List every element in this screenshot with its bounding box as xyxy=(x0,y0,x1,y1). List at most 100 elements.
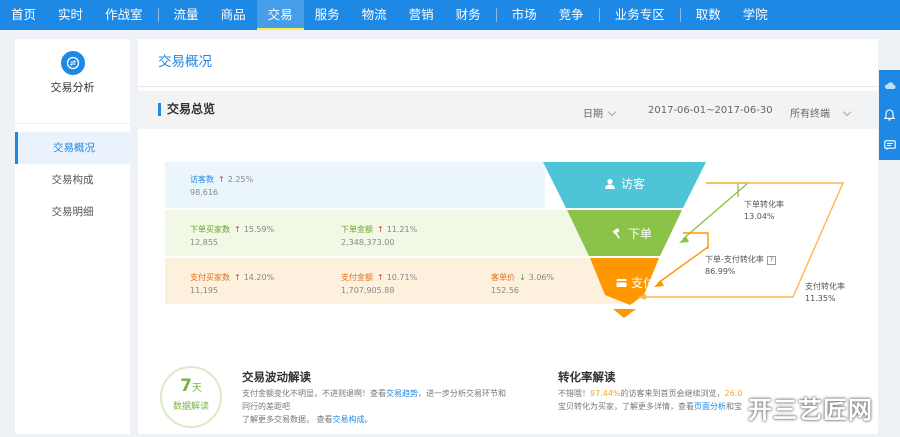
section-title: 交易总览 xyxy=(158,103,215,116)
top-navigation: 首页 实时 作战室 流量 商品 交易 服务 物流 营销 财务 市场 竞争 业务专… xyxy=(0,0,900,30)
page-title: 交易概况 xyxy=(138,39,878,87)
card-icon xyxy=(616,278,627,287)
stage-visit-text: 访客 xyxy=(621,177,646,191)
text-segment: 宝贝转化为买家，了解更多详情，查看 xyxy=(558,402,694,411)
transaction-analysis-icon xyxy=(60,51,85,75)
text-segment: 了解更多交易数据， 查看 xyxy=(242,415,333,424)
nav-war-room[interactable]: 作战室 xyxy=(94,0,154,30)
main-panel: 交易概况 交易总览 日期 2017-06-01~2017-06-30 所有终端 … xyxy=(138,39,878,434)
nav-marketing[interactable]: 营销 xyxy=(398,0,445,30)
bell-icon[interactable] xyxy=(879,100,900,130)
metric-label: 支付买家数 xyxy=(190,273,230,282)
metric-value: 152.56 xyxy=(491,286,519,295)
chevron-down-icon xyxy=(842,107,852,117)
nav-divider xyxy=(598,8,600,22)
unit-price-metric: 客单价 ↓ 3.06% 152.56 xyxy=(491,272,554,295)
sidebar-item-details[interactable]: 交易明细 xyxy=(15,196,130,228)
date-type-label: 日期 xyxy=(583,109,603,120)
fluctuation-title: 交易波动解读 xyxy=(242,370,311,384)
fluctuation-text: 支付金额变化不明显，不进则退啊！查看交易趋势，进一步分析交易环节和 同行的差距吧… xyxy=(242,387,532,426)
sidebar-title: 交易分析 xyxy=(50,81,95,94)
trend-link[interactable]: 交易趋势 xyxy=(386,389,418,398)
funnel-tip xyxy=(613,309,636,318)
arrow-up-icon: ↑ xyxy=(218,175,225,184)
nav-academy[interactable]: 学院 xyxy=(732,0,779,30)
badge-unit: 天 xyxy=(191,383,202,394)
stage-label-order: 下单 xyxy=(611,225,652,242)
text-segment: 和宝 xyxy=(726,402,742,411)
date-range[interactable]: 2017-06-01~2017-06-30 xyxy=(648,105,773,116)
cloud-icon[interactable] xyxy=(879,70,900,100)
metric-value: 98,616 xyxy=(190,188,218,197)
nav-traffic[interactable]: 流量 xyxy=(163,0,210,30)
arrow-icon xyxy=(654,280,664,287)
data-insight-badge: 7天 数据解读 xyxy=(160,366,222,428)
arrow-up-icon: ↑ xyxy=(234,273,241,282)
nav-divider xyxy=(157,8,159,22)
pay-buyers-metric: 支付买家数 ↑ 14.20% 11,195 xyxy=(190,272,274,295)
stage-label-pay: 支付 xyxy=(616,274,655,291)
stage-order-text: 下单 xyxy=(628,227,653,241)
text-segment: 。 xyxy=(364,415,373,424)
page-analysis-link[interactable]: 页面分析 xyxy=(694,402,726,411)
terminal-select[interactable]: 所有终端 xyxy=(790,105,852,120)
transaction-funnel: 访客 下单 支付 访客数 ↑ 2.25% 98,616 下单买家数 ↑ 15.59% 1… xyxy=(138,137,878,327)
chevron-down-icon xyxy=(607,107,617,117)
nav-home[interactable]: 首页 xyxy=(0,0,47,30)
metric-value: 2,348,373.00 xyxy=(341,238,395,247)
arrow-up-icon: ↑ xyxy=(377,225,384,234)
sidebar-item-composition[interactable]: 交易构成 xyxy=(15,164,130,196)
pay-amount-metric: 支付金额 ↑ 10.71% 1,707,905.88 xyxy=(341,272,417,295)
stage-pay-text: 支付 xyxy=(631,276,656,290)
nav-products[interactable]: 商品 xyxy=(210,0,257,30)
sidebar-item-overview[interactable]: 交易概况 xyxy=(15,132,130,164)
nav-market[interactable]: 市场 xyxy=(501,0,548,30)
rate-value: 13.04% xyxy=(744,212,775,221)
visitors-metric: 访客数 ↑ 2.25% 98,616 xyxy=(190,174,253,197)
metric-label: 下单买家数 xyxy=(190,225,230,234)
text-segment: 的访客来到首页会继续浏览， xyxy=(620,389,725,398)
metric-label: 下单金额 xyxy=(341,225,373,234)
metric-value: 11,195 xyxy=(190,286,218,295)
nav-data-fetch[interactable]: 取数 xyxy=(685,0,732,30)
text-segment: 同行的差距吧 xyxy=(242,402,290,411)
gavel-icon xyxy=(612,227,620,239)
nav-transactions[interactable]: 交易 xyxy=(256,0,304,30)
highlight-value: 97.44% xyxy=(590,389,621,398)
order-pay-rate: 下单-支付转化率? 86.99% xyxy=(705,254,776,278)
nav-finance[interactable]: 财务 xyxy=(445,0,492,30)
rate-label: 下单转化率 xyxy=(744,200,784,209)
rate-value: 86.99% xyxy=(705,267,736,276)
text-segment: 不错哦！ xyxy=(558,389,590,398)
metric-label: 访客数 xyxy=(190,175,214,184)
metric-change: 14.20% xyxy=(243,273,275,282)
watermark: 开三艺匠网 xyxy=(748,396,873,424)
nav-logistics[interactable]: 物流 xyxy=(351,0,398,30)
help-icon[interactable]: ? xyxy=(766,255,776,265)
nav-divider xyxy=(679,8,681,22)
order-rate-connector xyxy=(682,182,750,240)
nav-service[interactable]: 服务 xyxy=(304,0,351,30)
sidebar: 交易分析 交易概况 交易构成 交易明细 xyxy=(15,39,130,434)
user-icon xyxy=(605,178,615,189)
rate-value: 11.35% xyxy=(805,294,836,303)
rate-label: 支付转化率 xyxy=(805,282,845,291)
date-type-select[interactable]: 日期 xyxy=(583,105,617,120)
metric-change: 2.25% xyxy=(227,175,254,184)
nav-realtime[interactable]: 实时 xyxy=(47,0,94,30)
order-buyers-metric: 下单买家数 ↑ 15.59% 12,855 xyxy=(190,224,274,247)
metric-value: 1,707,905.88 xyxy=(341,286,395,295)
metric-label: 客单价 xyxy=(491,273,515,282)
composition-link[interactable]: 交易构成 xyxy=(333,415,365,424)
text-segment: 支付金额变化不明显，不进则退啊！查看 xyxy=(242,389,386,398)
highlight-value: 26.0 xyxy=(724,389,743,398)
chat-icon[interactable] xyxy=(879,130,900,160)
arrow-icon xyxy=(679,236,689,243)
badge-caption: 数据解读 xyxy=(172,402,209,412)
arrow-up-icon: ↑ xyxy=(377,273,384,282)
nav-competition[interactable]: 竞争 xyxy=(548,0,595,30)
stage-label-visit: 访客 xyxy=(604,175,645,192)
nav-business-zone[interactable]: 业务专区 xyxy=(604,0,676,30)
metric-value: 12,855 xyxy=(190,238,218,247)
pay-rate: 支付转化率 11.35% xyxy=(805,281,845,305)
